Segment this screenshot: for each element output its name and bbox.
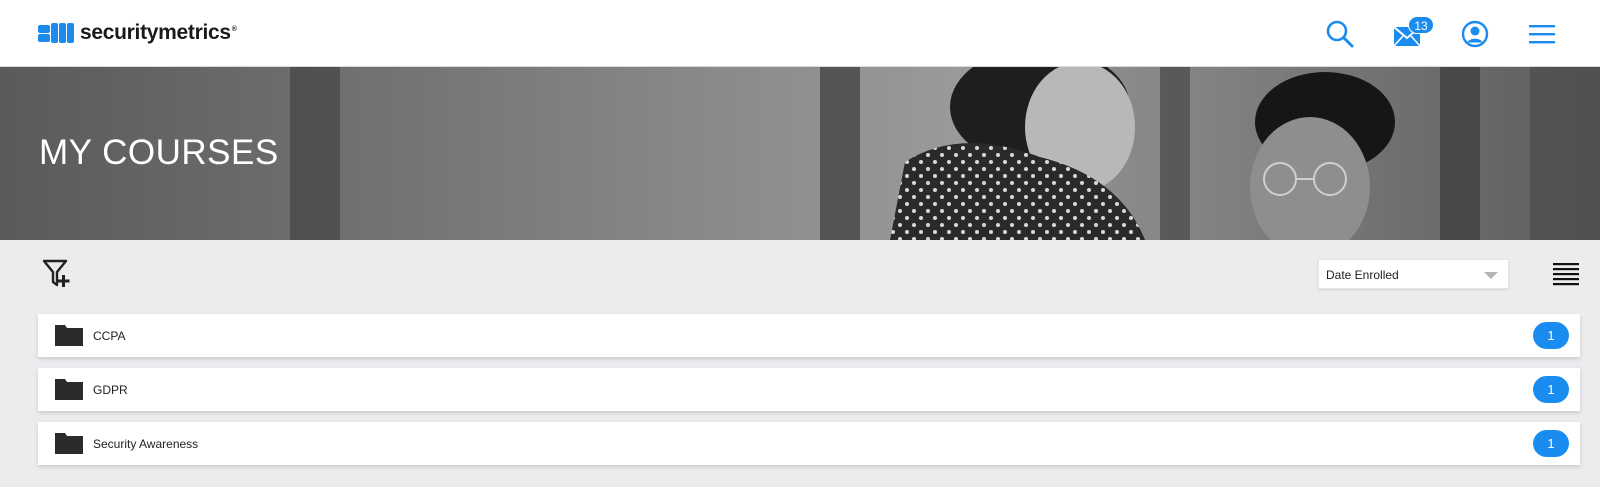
folder-icon bbox=[55, 325, 83, 346]
account-button[interactable] bbox=[1455, 14, 1495, 54]
unread-count-badge: 13 bbox=[1408, 16, 1434, 34]
main-menu-button[interactable] bbox=[1522, 14, 1562, 54]
sort-selected-value: Date Enrolled bbox=[1326, 268, 1399, 282]
course-count-badge: 1 bbox=[1533, 322, 1569, 349]
page-banner: MY COURSES bbox=[0, 67, 1600, 240]
course-count-badge: 1 bbox=[1533, 376, 1569, 403]
course-folder-ccpa[interactable]: CCPA 1 bbox=[38, 314, 1580, 357]
course-folder-gdpr[interactable]: GDPR 1 bbox=[38, 368, 1580, 411]
logo-text: securitymetrics® bbox=[80, 21, 237, 44]
menu-icon bbox=[1529, 25, 1555, 44]
chevron-down-icon bbox=[1484, 272, 1498, 279]
folder-icon bbox=[55, 379, 83, 400]
course-name: GDPR bbox=[93, 383, 128, 397]
list-view-icon bbox=[1553, 263, 1579, 286]
search-button[interactable] bbox=[1320, 14, 1360, 54]
add-filter-button[interactable] bbox=[42, 258, 74, 290]
account-icon bbox=[1461, 20, 1489, 48]
top-header: securitymetrics® 13 bbox=[0, 0, 1600, 67]
logo-mark-icon bbox=[38, 23, 74, 43]
securitymetrics-logo[interactable]: securitymetrics® bbox=[38, 20, 237, 46]
list-view-toggle[interactable] bbox=[1552, 262, 1580, 288]
course-folder-list: CCPA 1 GDPR 1 Security Awareness 1 bbox=[38, 314, 1580, 476]
course-name: Security Awareness bbox=[93, 437, 199, 451]
folder-icon bbox=[55, 433, 83, 454]
search-icon bbox=[1326, 20, 1354, 48]
sort-dropdown[interactable]: Date Enrolled bbox=[1318, 259, 1509, 289]
course-count-badge: 1 bbox=[1533, 430, 1569, 457]
course-folder-security-awareness[interactable]: Security Awareness 1 bbox=[38, 422, 1580, 465]
messages-button[interactable]: 13 bbox=[1387, 14, 1434, 54]
filter-add-icon bbox=[42, 259, 70, 287]
page-title: MY COURSES bbox=[39, 133, 279, 172]
course-name: CCPA bbox=[93, 329, 126, 343]
